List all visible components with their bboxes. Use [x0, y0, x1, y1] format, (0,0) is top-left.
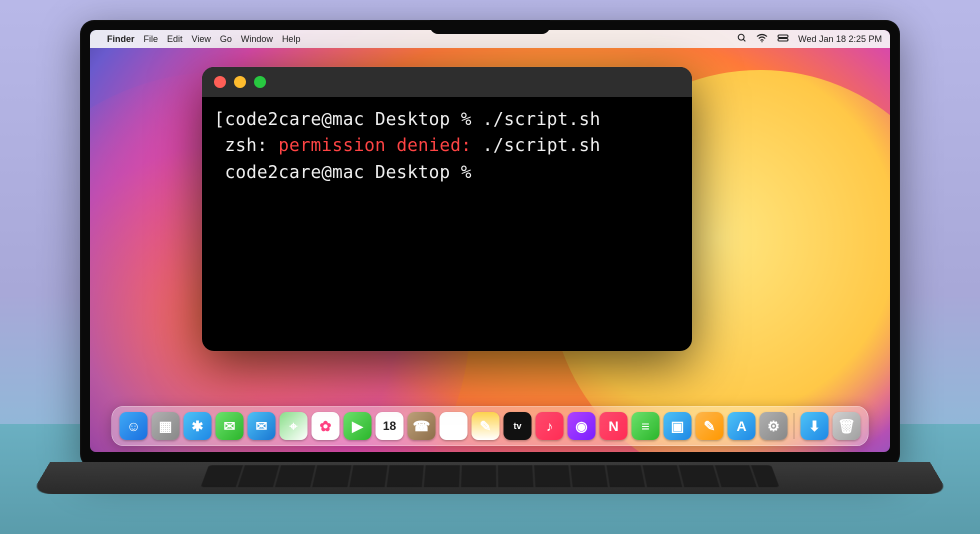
screen-bezel: Finder File Edit View Go Window Help: [80, 20, 900, 468]
dock-separator: [794, 413, 795, 439]
laptop: Finder File Edit View Go Window Help: [80, 20, 900, 520]
terminal-window[interactable]: [code2care@mac Desktop % ./script.sh zsh…: [202, 67, 692, 351]
dock-safari-icon[interactable]: ✱: [184, 412, 212, 440]
menubar-item-file[interactable]: File: [144, 34, 159, 44]
dock-launchpad-icon[interactable]: ▦: [152, 412, 180, 440]
dock: ☺▦✱✉✉⌖✿▶18☎☑✎tv♪◉N≡▣✎A⚙⬇🗑: [112, 406, 869, 446]
dock-mail-icon[interactable]: ✉: [248, 412, 276, 440]
terminal-line: zsh: permission denied: ./script.sh: [214, 133, 680, 159]
dock-calendar-icon[interactable]: 18: [376, 412, 404, 440]
menubar-item-go[interactable]: Go: [220, 34, 232, 44]
dock-facetime-icon[interactable]: ▶: [344, 412, 372, 440]
terminal-titlebar[interactable]: [202, 67, 692, 97]
dock-news-icon[interactable]: N: [600, 412, 628, 440]
dock-finder-icon[interactable]: ☺: [120, 412, 148, 440]
dock-keynote-icon[interactable]: ▣: [664, 412, 692, 440]
dock-messages-icon[interactable]: ✉: [216, 412, 244, 440]
dock-settings-icon[interactable]: ⚙: [760, 412, 788, 440]
terminal-line: [code2care@mac Desktop % ./script.sh: [214, 107, 680, 133]
dock-trash-icon[interactable]: 🗑: [833, 412, 861, 440]
minimize-button[interactable]: [234, 76, 246, 88]
menubar-datetime[interactable]: Wed Jan 18 2:25 PM: [798, 34, 882, 44]
menubar-item-view[interactable]: View: [192, 34, 211, 44]
laptop-keyboard: [31, 462, 949, 494]
dock-podcasts-icon[interactable]: ◉: [568, 412, 596, 440]
terminal-text: ./script.sh: [472, 136, 601, 156]
close-button[interactable]: [214, 76, 226, 88]
dock-appstore-icon[interactable]: A: [728, 412, 756, 440]
menubar-item-window[interactable]: Window: [241, 34, 273, 44]
dock-maps-icon[interactable]: ⌖: [280, 412, 308, 440]
dock-contacts-icon[interactable]: ☎: [408, 412, 436, 440]
terminal-text: code2care@mac Desktop %: [214, 163, 482, 183]
dock-notes-icon[interactable]: ✎: [472, 412, 500, 440]
search-icon[interactable]: [737, 33, 747, 45]
dock-photos-icon[interactable]: ✿: [312, 412, 340, 440]
dock-pages-icon[interactable]: ✎: [696, 412, 724, 440]
dock-numbers-icon[interactable]: ≡: [632, 412, 660, 440]
terminal-line: code2care@mac Desktop %: [214, 160, 680, 186]
terminal-text: zsh:: [214, 136, 278, 156]
desktop-screen: Finder File Edit View Go Window Help: [90, 30, 890, 452]
menubar-app-name[interactable]: Finder: [107, 34, 135, 44]
menubar-item-edit[interactable]: Edit: [167, 34, 183, 44]
terminal-body[interactable]: [code2care@mac Desktop % ./script.sh zsh…: [202, 97, 692, 196]
terminal-text: permission denied:: [278, 136, 471, 156]
dock-music-icon[interactable]: ♪: [536, 412, 564, 440]
dock-downloads-icon[interactable]: ⬇: [801, 412, 829, 440]
terminal-text: [code2care@mac Desktop % ./script.sh: [214, 110, 601, 130]
wifi-icon[interactable]: [756, 33, 768, 45]
menubar-item-help[interactable]: Help: [282, 34, 301, 44]
dock-reminders-icon[interactable]: ☑: [440, 412, 468, 440]
control-center-icon[interactable]: [777, 33, 789, 45]
notch: [430, 20, 550, 34]
dock-tv-icon[interactable]: tv: [504, 412, 532, 440]
maximize-button[interactable]: [254, 76, 266, 88]
